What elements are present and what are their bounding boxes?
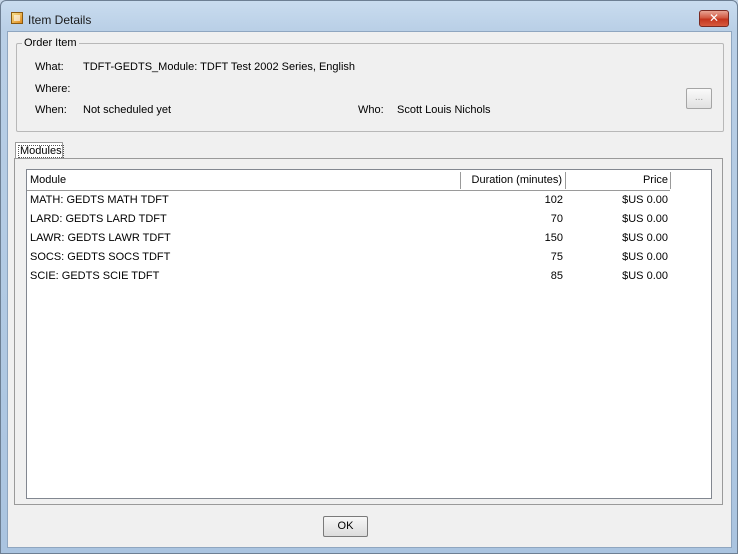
who-value: Scott Louis Nichols <box>397 104 491 116</box>
close-button[interactable]: ✕ <box>699 10 729 27</box>
when-label: When: <box>35 104 67 116</box>
dialog-client-area: Order Item What: TDFT-GEDTS_Module: TDFT… <box>7 31 732 548</box>
title-bar[interactable]: Item Details ✕ <box>1 1 737 35</box>
price-cell: $US 0.00 <box>622 232 668 244</box>
duration-cell: 85 <box>550 270 563 282</box>
column-header-module[interactable]: Module <box>27 172 461 189</box>
close-icon: ✕ <box>708 11 720 25</box>
browse-button[interactable]: ... <box>686 88 712 109</box>
price-cell: $US 0.00 <box>622 213 668 225</box>
modules-tab-panel: Module Duration (minutes) Price MATH: GE… <box>14 158 723 505</box>
duration-cell: 70 <box>550 213 563 225</box>
item-details-window: Item Details ✕ Order Item What: TDFT-GED… <box>0 0 738 554</box>
module-cell: SOCS: GEDTS SOCS TDFT <box>30 251 171 263</box>
what-value: TDFT-GEDTS_Module: TDFT Test 2002 Series… <box>83 61 356 73</box>
duration-cell: 102 <box>544 194 563 206</box>
who-label: Who: <box>358 104 384 116</box>
table-row[interactable]: SCIE: GEDTS SCIE TDFT 85 $US 0.00 <box>27 267 670 286</box>
when-value: Not scheduled yet <box>83 104 172 116</box>
tab-modules[interactable]: Modules <box>15 142 64 159</box>
modules-table[interactable]: Module Duration (minutes) Price MATH: GE… <box>26 169 712 499</box>
tab-modules-label: Modules <box>18 145 64 158</box>
price-cell: $US 0.00 <box>622 194 668 206</box>
order-item-group: Order Item What: TDFT-GEDTS_Module: TDFT… <box>16 37 724 132</box>
table-row[interactable]: LARD: GEDTS LARD TDFT 70 $US 0.00 <box>27 210 670 229</box>
price-cell: $US 0.00 <box>622 270 668 282</box>
table-row[interactable]: MATH: GEDTS MATH TDFT 102 $US 0.00 <box>27 191 670 210</box>
table-header: Module Duration (minutes) Price <box>27 172 671 191</box>
column-header-price[interactable]: Price <box>566 172 671 189</box>
order-item-legend: Order Item <box>22 37 79 49</box>
module-cell: LARD: GEDTS LARD TDFT <box>30 213 167 225</box>
where-label: Where: <box>35 83 71 95</box>
what-label: What: <box>35 61 64 73</box>
module-cell: MATH: GEDTS MATH TDFT <box>30 194 169 206</box>
column-header-duration[interactable]: Duration (minutes) <box>461 172 566 189</box>
table-row[interactable]: SOCS: GEDTS SOCS TDFT 75 $US 0.00 <box>27 248 670 267</box>
java-app-icon <box>11 12 23 24</box>
window-title: Item Details <box>28 13 92 27</box>
table-row[interactable]: LAWR: GEDTS LAWR TDFT 150 $US 0.00 <box>27 229 670 248</box>
ok-button[interactable]: OK <box>323 516 368 537</box>
module-cell: LAWR: GEDTS LAWR TDFT <box>30 232 171 244</box>
price-cell: $US 0.00 <box>622 251 668 263</box>
duration-cell: 75 <box>550 251 563 263</box>
module-cell: SCIE: GEDTS SCIE TDFT <box>30 270 160 282</box>
duration-cell: 150 <box>544 232 563 244</box>
